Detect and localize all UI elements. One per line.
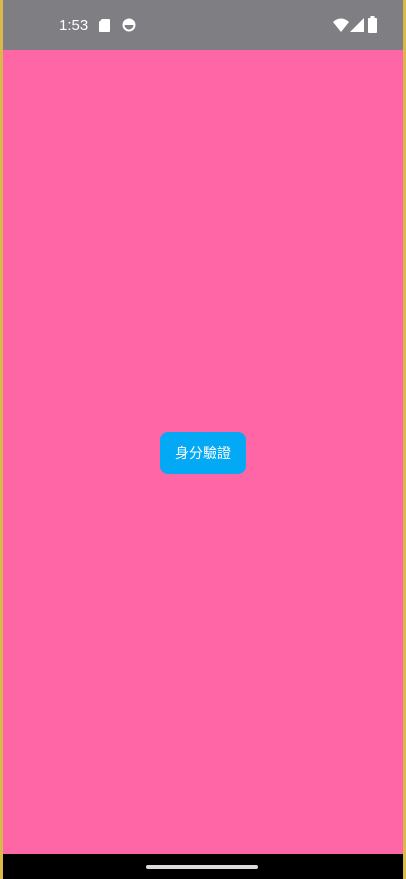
phone-screen: 1:53 身分驗證: [0, 0, 406, 879]
sync-icon: [122, 18, 136, 32]
status-bar: 1:53: [3, 0, 403, 50]
wifi-icon: [333, 18, 349, 32]
status-time: 1:53: [59, 17, 89, 34]
home-gesture-handle[interactable]: [146, 865, 258, 869]
navigation-bar: [3, 854, 403, 879]
cell-signal-icon: [350, 18, 364, 32]
app-content-area: 身分驗證: [3, 50, 403, 854]
battery-icon: [368, 16, 377, 33]
identity-verification-button[interactable]: 身分驗證: [160, 432, 246, 474]
sd-card-icon: [99, 19, 110, 32]
